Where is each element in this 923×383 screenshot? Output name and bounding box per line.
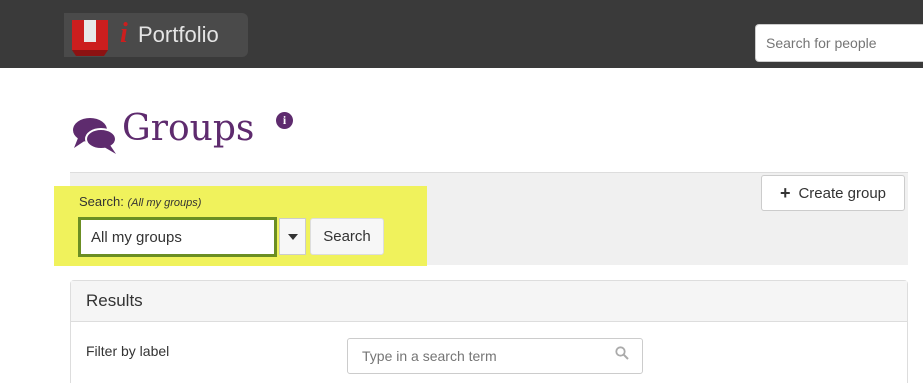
results-title: Results (86, 291, 143, 310)
search-icon[interactable] (615, 346, 629, 360)
logo-block-icon (72, 20, 108, 56)
search-label-text: Search: (79, 194, 124, 209)
logo-i-letter: i (120, 18, 128, 49)
info-icon[interactable]: i (276, 112, 293, 129)
results-header: Results (71, 281, 907, 322)
group-filter-select[interactable]: All my groups (78, 217, 277, 257)
top-navigation-bar: i Portfolio (0, 0, 923, 68)
filter-label: Filter by label (86, 343, 170, 359)
chat-bubbles-icon (73, 118, 117, 154)
caret-down-icon[interactable] (279, 218, 306, 255)
create-group-button[interactable]: + Create group (761, 175, 905, 211)
search-label-hint: (All my groups) (127, 197, 202, 209)
logo-text: Portfolio (138, 22, 219, 47)
filter-search-input[interactable] (347, 338, 643, 374)
search-button[interactable]: Search (310, 218, 384, 255)
results-panel: Results Filter by label (70, 280, 908, 383)
people-search-input[interactable] (755, 24, 923, 62)
search-label: Search: (All my groups) (79, 194, 201, 209)
create-group-label: Create group (798, 184, 887, 202)
plus-icon: + (779, 183, 791, 203)
page-title: Groups (122, 108, 255, 149)
